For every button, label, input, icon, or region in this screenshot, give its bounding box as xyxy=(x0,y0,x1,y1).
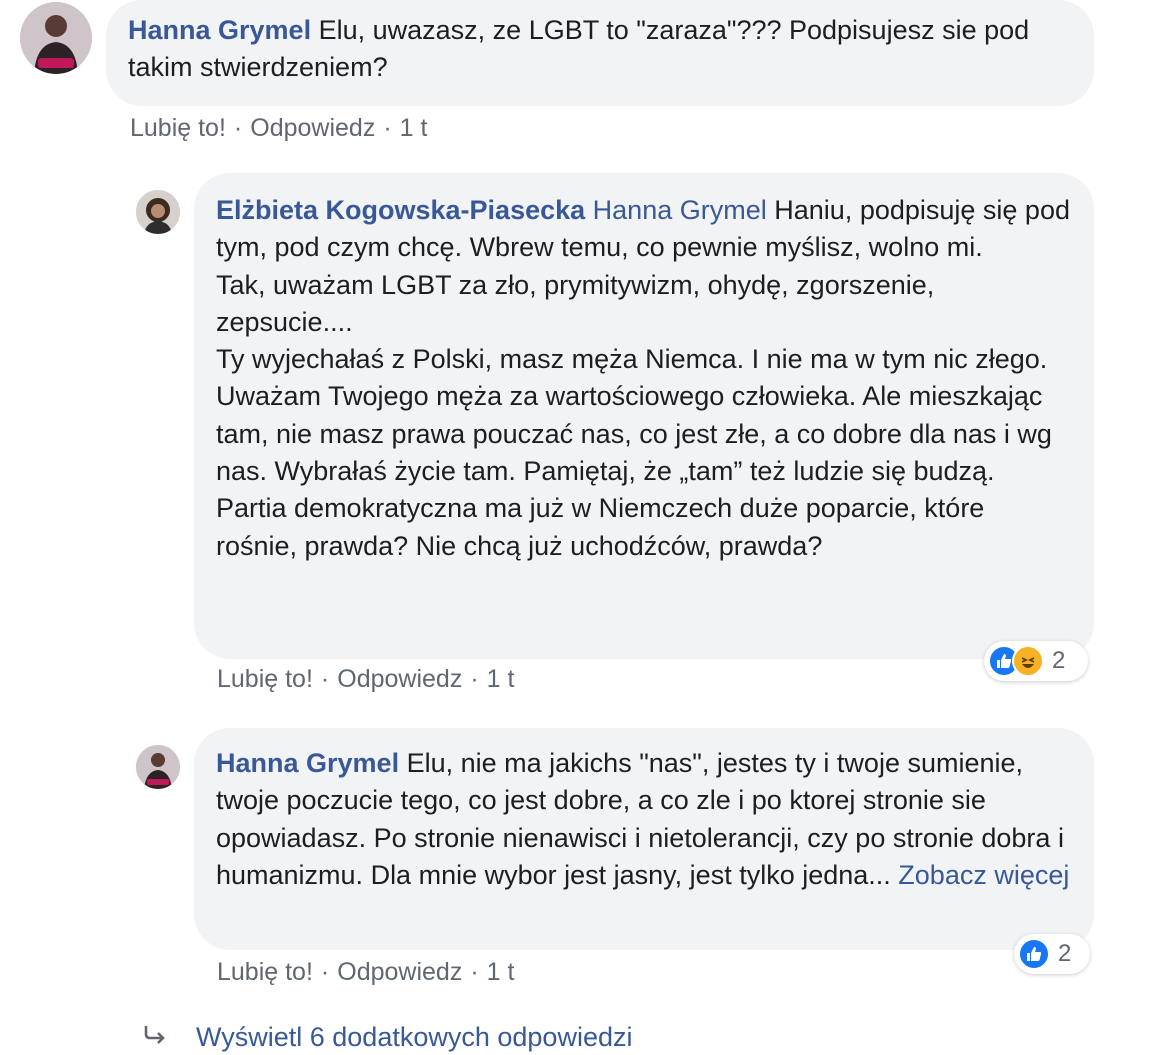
mentioned-user-link[interactable]: Hanna Grymel xyxy=(593,195,767,225)
view-more-replies-label[interactable]: Wyświetl 6 dodatkowych odpowiedzi xyxy=(196,1022,632,1053)
like-button[interactable]: Lubię to! xyxy=(217,665,313,693)
comment-author[interactable]: Elżbieta Kogowska-Piasecka xyxy=(216,195,585,225)
comment-thread: Hanna Grymel Elu, uwazasz, ze LGBT to "z… xyxy=(0,0,1154,1055)
avatar[interactable] xyxy=(20,2,92,74)
reaction-count: 2 xyxy=(1052,647,1066,674)
comment-actions: Lubię to! · Odpowiedz · 1 t xyxy=(217,958,515,986)
see-more-link[interactable]: Zobacz więcej xyxy=(898,860,1069,890)
reaction-summary[interactable]: 2 xyxy=(984,641,1088,681)
comment-author[interactable]: Hanna Grymel xyxy=(128,15,311,45)
avatar-photo-icon xyxy=(136,745,180,789)
comment-timestamp[interactable]: 1 t xyxy=(400,114,428,142)
like-button[interactable]: Lubię to! xyxy=(217,958,313,986)
avatar[interactable] xyxy=(136,190,180,234)
reply-arrow-icon xyxy=(142,1022,168,1053)
like-icon xyxy=(1018,938,1050,970)
comment-author[interactable]: Hanna Grymel xyxy=(216,748,399,778)
comment-bubble: Hanna Grymel Elu, uwazasz, ze LGBT to "z… xyxy=(106,0,1094,106)
comment-actions: Lubię to! · Odpowiedz · 1 t xyxy=(217,665,515,693)
reply-button[interactable]: Odpowiedz xyxy=(250,114,375,142)
reply-button[interactable]: Odpowiedz xyxy=(337,665,462,693)
avatar[interactable] xyxy=(136,745,180,789)
comment-text: Haniu, podpisuję się pod tym, pod czym c… xyxy=(216,195,1070,561)
comment-bubble: Hanna Grymel Elu, nie ma jakichs "nas", … xyxy=(194,728,1094,950)
comment-bubble: Elżbieta Kogowska-Piasecka Hanna Grymel … xyxy=(194,173,1094,659)
reaction-summary[interactable]: 2 xyxy=(1014,934,1090,974)
like-button[interactable]: Lubię to! xyxy=(130,114,226,142)
comment-timestamp[interactable]: 1 t xyxy=(487,665,515,693)
reply-button[interactable]: Odpowiedz xyxy=(337,958,462,986)
haha-icon xyxy=(1012,645,1044,677)
comment-timestamp[interactable]: 1 t xyxy=(487,958,515,986)
avatar-photo-icon xyxy=(136,190,180,234)
comment-actions: Lubię to! · Odpowiedz · 1 t xyxy=(130,114,428,142)
view-more-replies-link[interactable]: Wyświetl 6 dodatkowych odpowiedzi xyxy=(142,1022,632,1053)
avatar-photo-icon xyxy=(20,2,92,74)
reaction-count: 2 xyxy=(1058,940,1072,967)
